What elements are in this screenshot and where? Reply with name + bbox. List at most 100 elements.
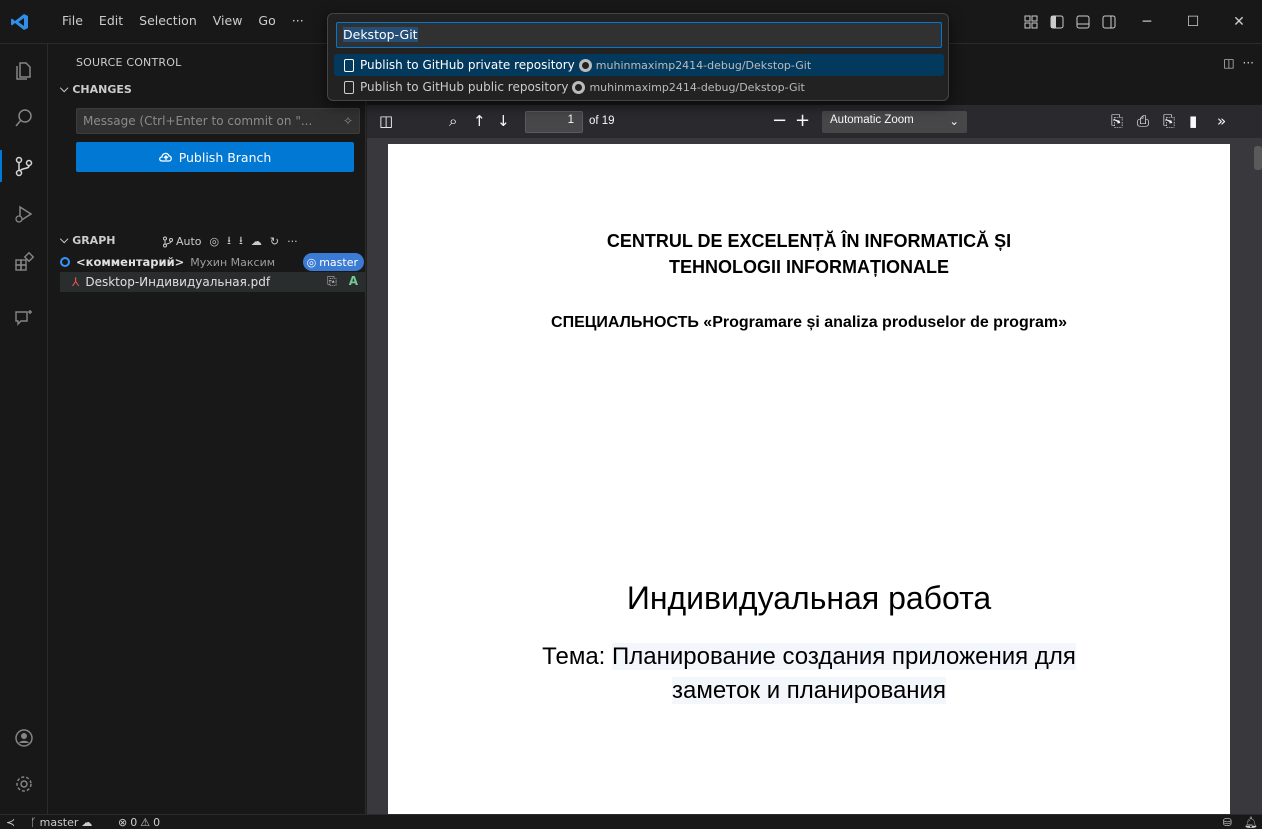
account-icon[interactable]: [0, 714, 48, 762]
split-editor-icon[interactable]: ◫: [1223, 56, 1234, 70]
status-branch[interactable]: ᚴ master ☁: [30, 815, 92, 829]
heading-line-1: CENTRUL DE EXCELENȚĂ ÎN INFORMATICĂ ȘI: [606, 231, 1012, 251]
quick-pick: Dekstop-Git Publish to GitHub private re…: [327, 13, 949, 101]
branch-badge: ◎ master: [302, 253, 364, 271]
pull-icon[interactable]: ⭳: [239, 232, 243, 251]
chevron-down-icon: ⌵: [60, 82, 69, 95]
run-debug-icon[interactable]: [0, 190, 48, 238]
menu-more[interactable]: ···: [284, 13, 312, 28]
document-title: Индивидуальная работа: [626, 580, 992, 616]
branch-badge-label: master: [319, 255, 358, 269]
quick-pick-input[interactable]: Dekstop-Git: [336, 22, 942, 48]
sidebar-title: SOURCE CONTROL: [76, 56, 182, 69]
settings-gear-icon[interactable]: [0, 760, 48, 808]
graph-section-header[interactable]: ⌵ GRAPH Auto ◎ ⭳ ⭳ ☁ ↻ ···: [60, 230, 362, 250]
print-icon[interactable]: ⎙: [1137, 112, 1149, 130]
warning-count: 0: [153, 816, 161, 829]
explorer-icon[interactable]: [0, 46, 48, 94]
pdf-viewport[interactable]: CENTRUL DE EXCELENȚĂ ÎN INFORMATICĂ ȘI T…: [367, 138, 1262, 814]
previous-page-icon[interactable]: ↑: [473, 112, 486, 130]
changes-label: CHANGES: [72, 82, 132, 96]
notifications-bell-icon[interactable]: 🔔︎: [1244, 815, 1258, 829]
commit-message-placeholder: Message (Ctrl+Enter to commit on "...: [83, 114, 313, 128]
more-actions-icon[interactable]: ···: [1243, 56, 1254, 70]
github-icon: [578, 58, 592, 72]
open-file-icon[interactable]: ⎘: [327, 274, 337, 289]
menu-bar: File Edit Selection View Go ···: [54, 13, 312, 28]
document-topic: Тема: Планирование создания приложения д…: [388, 640, 1230, 708]
menu-selection[interactable]: Selection: [131, 13, 205, 28]
menu-view[interactable]: View: [205, 13, 251, 28]
fetch-icon[interactable]: ⭳: [227, 232, 231, 251]
refresh-icon[interactable]: ↻: [270, 235, 279, 248]
quick-pick-item-private[interactable]: Publish to GitHub private repository muh…: [334, 54, 944, 76]
menu-go[interactable]: Go: [250, 13, 283, 28]
minimize-icon[interactable]: ─: [1124, 0, 1170, 44]
toggle-panel-icon[interactable]: [1072, 11, 1094, 33]
remote-indicator-icon[interactable]: ≺: [6, 815, 15, 829]
copilot-icon[interactable]: ⛁: [1223, 815, 1232, 829]
open-file-icon[interactable]: ⎘: [1111, 112, 1123, 130]
generate-commit-message-icon[interactable]: ✧: [343, 114, 353, 128]
changes-section-header[interactable]: ⌵ CHANGES: [60, 82, 132, 96]
commit-message-input[interactable]: Message (Ctrl+Enter to commit on "... ✧: [76, 108, 360, 134]
target-icon[interactable]: ◎: [210, 235, 220, 248]
status-bar: ≺ ᚴ master ☁ ⊗ 0 ⚠ 0 ⛁ 🔔︎: [0, 814, 1262, 829]
status-problems[interactable]: ⊗ 0 ⚠ 0: [118, 815, 160, 829]
maximize-icon[interactable]: ☐: [1170, 0, 1216, 44]
pdf-toolbar: ◫ ⌕ ↑ ↓ 1 of 19 − + Automatic Zoom ⌄ ⎘ ⎙…: [367, 106, 1262, 138]
graph-file-row[interactable]: ⅄ Desktop-Индивидуальная.pdf ⎘ A: [60, 272, 366, 292]
tools-expand-icon[interactable]: »: [1217, 112, 1226, 130]
commit-node-icon: [60, 257, 70, 267]
specialty-name: «Programare și analiza produselor de pro…: [703, 314, 1067, 331]
vscode-logo-icon: [11, 14, 28, 30]
chevron-down-icon: ⌵: [60, 233, 69, 246]
menu-file[interactable]: File: [54, 13, 91, 28]
extensions-icon[interactable]: [0, 238, 48, 286]
topic-line-1: Планирование создания приложения для: [612, 643, 1076, 670]
close-icon[interactable]: ✕: [1216, 0, 1262, 44]
zoom-in-icon[interactable]: +: [795, 110, 810, 131]
quick-pick-item-label: Publish to GitHub private repository: [360, 58, 575, 72]
file-name: Desktop-Индивидуальная.pdf: [85, 275, 271, 289]
vertical-scrollbar[interactable]: [1254, 146, 1262, 170]
publish-branch-button[interactable]: Publish Branch: [76, 142, 354, 172]
window-controls: ─ ☐ ✕: [1020, 0, 1262, 44]
push-cloud-icon[interactable]: ☁: [251, 235, 262, 248]
chat-icon[interactable]: [0, 294, 48, 342]
pdf-file-icon: ⅄: [72, 275, 80, 289]
toggle-secondary-sidebar-icon[interactable]: [1098, 11, 1120, 33]
chevron-down-icon: ⌄: [949, 116, 959, 128]
customize-layout-icon[interactable]: [1020, 11, 1042, 33]
save-icon[interactable]: ⎘: [1163, 112, 1175, 130]
zoom-select[interactable]: Automatic Zoom ⌄: [822, 111, 967, 133]
menu-edit[interactable]: Edit: [91, 13, 131, 28]
quick-pick-input-value: Dekstop-Git: [343, 27, 418, 42]
zoom-out-icon[interactable]: −: [772, 110, 787, 131]
more-actions-icon[interactable]: ···: [287, 235, 298, 248]
zoom-select-value: Automatic Zoom: [830, 114, 914, 126]
bookmark-icon[interactable]: ▮: [1189, 112, 1197, 130]
branch-icon: [163, 236, 173, 247]
toggle-primary-sidebar-icon[interactable]: [1046, 11, 1068, 33]
file-status-added: A: [348, 274, 358, 288]
document-heading: CENTRUL DE EXCELENȚĂ ÎN INFORMATICĂ ȘI T…: [388, 228, 1230, 280]
pdf-page: CENTRUL DE EXCELENȚĂ ÎN INFORMATICĂ ȘI T…: [388, 144, 1230, 814]
status-branch-label: master: [39, 816, 79, 829]
editor-area: ◫ ··· ◫ ⌕ ↑ ↓ 1 of 19 − + Automatic Zoom…: [367, 44, 1262, 814]
commit-author: Мухин Максим: [190, 255, 276, 269]
next-page-icon[interactable]: ↓: [497, 112, 510, 130]
page-number-input[interactable]: 1: [525, 111, 583, 133]
activity-bar: [0, 44, 48, 814]
find-icon[interactable]: ⌕: [449, 112, 457, 130]
graph-commit-row[interactable]: <комментарий> Мухин Максим ◎ master: [60, 252, 366, 272]
page-count: of 19: [589, 115, 615, 127]
specialty-prefix: СПЕЦИАЛЬНОСТЬ: [551, 314, 699, 331]
quick-pick-item-public[interactable]: Publish to GitHub public repository muhi…: [334, 76, 944, 98]
target-icon: ◎: [306, 255, 317, 269]
error-icon: ⊗: [118, 816, 128, 829]
graph-branch-auto[interactable]: Auto: [162, 235, 202, 248]
sidebar-toggle-icon[interactable]: ◫: [379, 112, 393, 130]
search-icon[interactable]: [0, 94, 48, 142]
source-control-icon[interactable]: [0, 142, 48, 190]
